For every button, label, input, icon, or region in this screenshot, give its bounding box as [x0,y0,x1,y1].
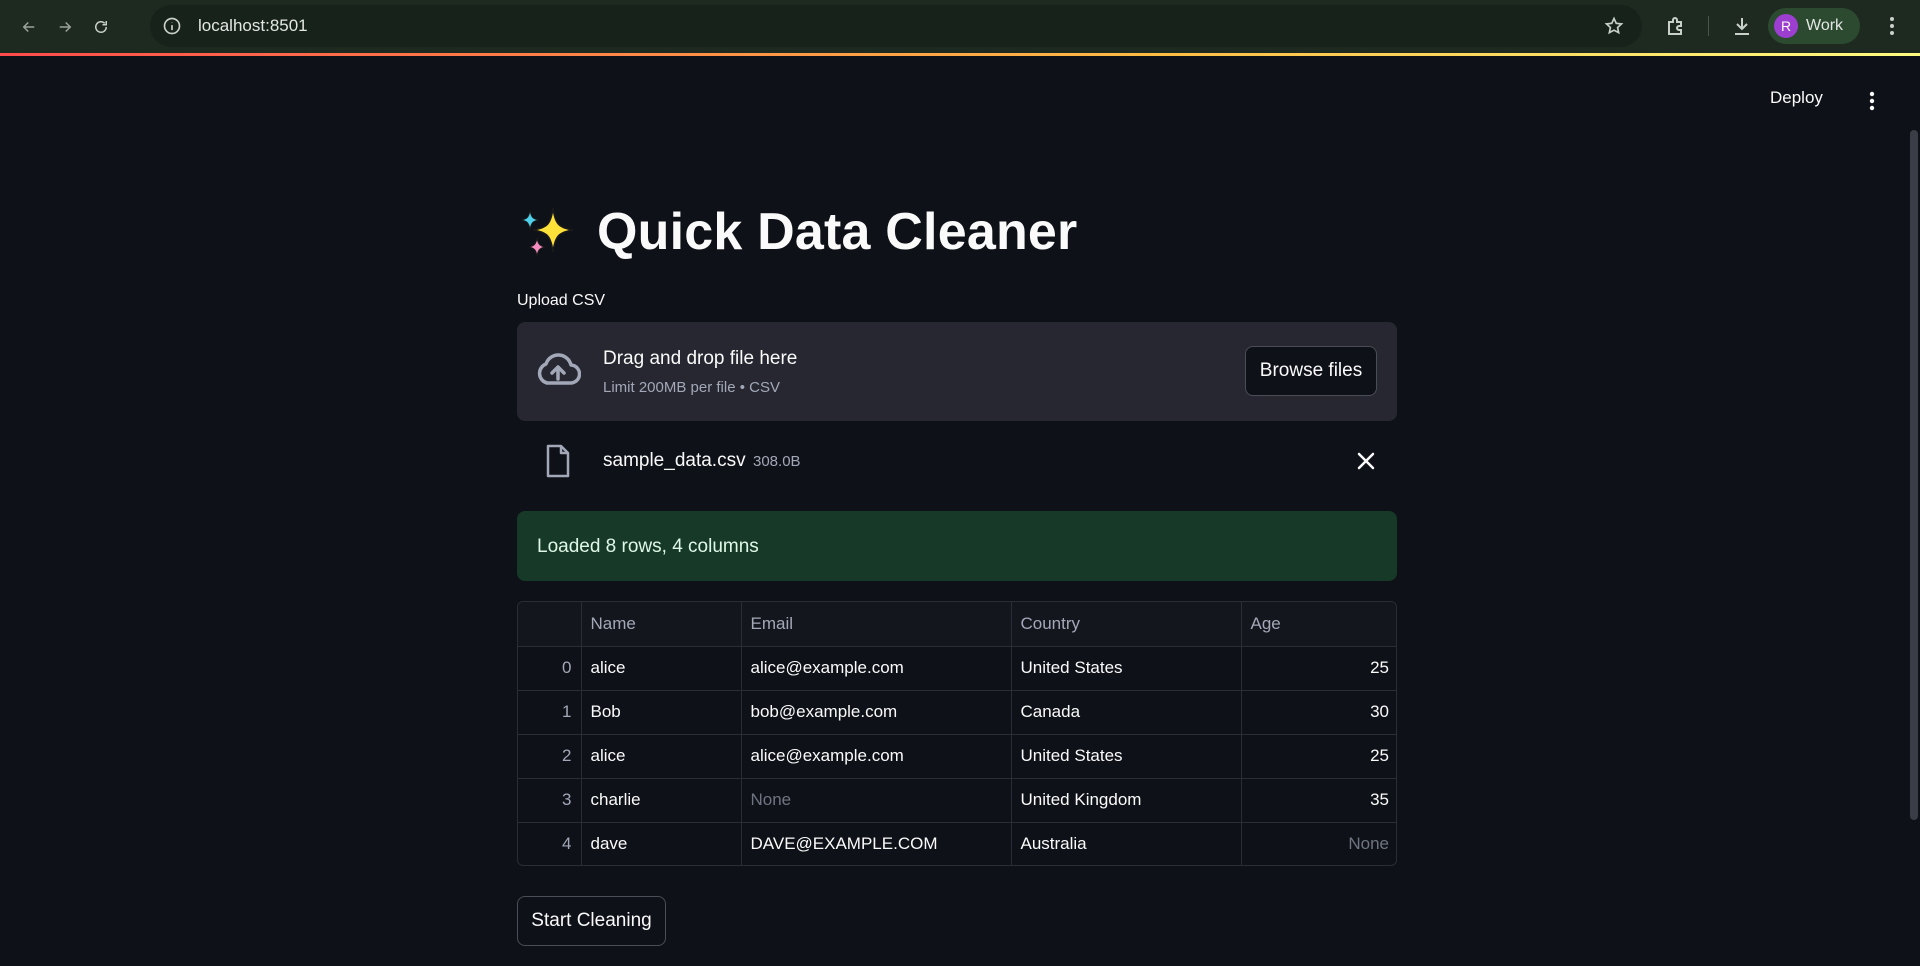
cell-age[interactable]: None [1241,822,1396,865]
file-icon [546,444,570,478]
cell-name[interactable]: dave [581,822,742,865]
download-icon[interactable] [1730,14,1754,38]
success-message: Loaded 8 rows, 4 columns [537,536,759,557]
page-title: Quick Data Cleaner [517,202,1077,262]
table-header-row: Name Email Country Age [518,602,1396,647]
row-index[interactable]: 3 [518,778,582,823]
cell-email[interactable]: alice@example.com [741,734,1012,779]
table-row: 1 Bob bob@example.com Canada 30 [518,690,1396,735]
page-scrollbar[interactable] [1910,130,1918,820]
profile-button[interactable]: R Work [1768,8,1860,44]
cell-name[interactable]: charlie [581,778,742,823]
cell-email[interactable]: None [741,778,1012,823]
row-index[interactable]: 2 [518,734,582,779]
cell-age[interactable]: 35 [1241,778,1396,823]
browse-files-button[interactable]: Browse files [1245,346,1377,396]
column-header-country[interactable]: Country [1011,602,1242,647]
column-header-index[interactable] [518,602,582,647]
site-info-icon[interactable] [162,16,182,36]
cell-age[interactable]: 25 [1241,646,1396,691]
cell-name[interactable]: alice [581,646,742,691]
forward-icon[interactable] [50,12,80,42]
title-text: Quick Data Cleaner [597,203,1078,261]
cell-country[interactable]: United States [1011,734,1242,779]
row-index[interactable]: 1 [518,690,582,735]
avatar: R [1774,14,1798,38]
bookmark-star-icon[interactable] [1604,16,1624,36]
column-header-name[interactable]: Name [581,602,742,647]
file-dropzone[interactable]: Drag and drop file here Limit 200MB per … [517,322,1397,421]
remove-file-icon[interactable] [1355,450,1377,472]
cloud-upload-icon [537,353,581,385]
cell-email[interactable]: DAVE@EXAMPLE.COM [741,822,1012,865]
cell-name[interactable]: alice [581,734,742,779]
table-row: 4 dave DAVE@EXAMPLE.COM Australia None [518,822,1396,865]
cell-email[interactable]: bob@example.com [741,690,1012,735]
table-row: 2 alice alice@example.com United States … [518,734,1396,779]
browser-menu-icon[interactable] [1882,14,1902,38]
cell-name[interactable]: Bob [581,690,742,735]
column-header-age[interactable]: Age [1241,602,1396,647]
cell-age[interactable]: 25 [1241,734,1396,779]
back-icon[interactable] [14,12,44,42]
browser-toolbar: localhost:8501 R Work [0,0,1920,56]
file-size: 308.0B [753,453,801,470]
row-index[interactable]: 0 [518,646,582,691]
start-cleaning-button[interactable]: Start Cleaning [517,896,666,946]
cell-country[interactable]: Australia [1011,822,1242,865]
profile-label: Work [1806,17,1844,34]
url-text[interactable]: localhost:8501 [198,16,308,36]
address-bar[interactable]: localhost:8501 [150,5,1642,47]
column-header-email[interactable]: Email [741,602,1012,647]
dataframe[interactable]: Name Email Country Age 0 alice alice@exa… [517,601,1397,866]
upload-label: Upload CSV [517,292,606,309]
reload-icon[interactable] [86,12,116,42]
sparkles-icon [520,207,574,257]
table-row: 0 alice alice@example.com United States … [518,646,1396,691]
table-row: 3 charlie None United Kingdom 35 [518,778,1396,823]
extensions-icon[interactable] [1664,14,1688,38]
deploy-button[interactable]: Deploy [1770,88,1823,108]
toolbar-divider [1708,16,1709,36]
cell-country[interactable]: United States [1011,646,1242,691]
upload-limit-text: Limit 200MB per file • CSV [603,379,780,396]
cell-age[interactable]: 30 [1241,690,1396,735]
row-index[interactable]: 4 [518,822,582,865]
drop-instruction: Drag and drop file here [603,348,798,369]
success-alert: Loaded 8 rows, 4 columns [517,511,1397,581]
uploaded-file: sample_data.csv 308.0B [517,438,1397,484]
cell-country[interactable]: Canada [1011,690,1242,735]
app-menu-icon[interactable] [1862,89,1882,113]
cell-email[interactable]: alice@example.com [741,646,1012,691]
file-name: sample_data.csv [603,450,746,471]
cell-country[interactable]: United Kingdom [1011,778,1242,823]
